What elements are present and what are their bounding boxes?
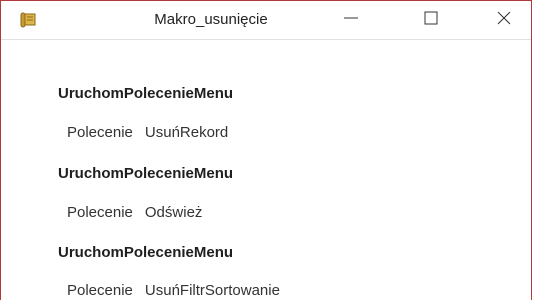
maximize-icon: [423, 10, 439, 31]
minimize-icon: [343, 10, 359, 31]
title-bar[interactable]: Makro_usunięcie: [1, 1, 531, 40]
macro-action-name[interactable]: UruchomPolecenieMenu: [58, 85, 233, 102]
macro-action-argument[interactable]: Polecenie UsuńFiltrSortowanie: [67, 282, 280, 299]
macro-action-name[interactable]: UruchomPolecenieMenu: [58, 244, 233, 261]
argument-value[interactable]: UsuńFiltrSortowanie: [145, 282, 280, 299]
maximize-button[interactable]: [406, 1, 456, 39]
macro-action-name[interactable]: UruchomPolecenieMenu: [58, 165, 233, 182]
argument-label: Polecenie: [67, 282, 133, 299]
close-icon: [496, 10, 512, 31]
macro-action-argument[interactable]: Polecenie UsuńRekord: [67, 124, 228, 141]
window-title: Makro_usunięcie: [154, 11, 268, 28]
close-button[interactable]: [479, 1, 529, 39]
macro-window: Makro_usunięcie UruchomPolecenieMenu Pol…: [0, 0, 532, 300]
argument-label: Polecenie: [67, 204, 133, 221]
macro-scroll-icon[interactable]: [20, 12, 38, 28]
macro-action-argument[interactable]: Polecenie Odśwież: [67, 204, 202, 221]
macro-design-area: UruchomPolecenieMenu Polecenie UsuńRekord…: [1, 41, 531, 300]
argument-value[interactable]: Odśwież: [145, 204, 203, 221]
minimize-button[interactable]: [326, 1, 376, 39]
argument-value[interactable]: UsuńRekord: [145, 124, 228, 141]
argument-label: Polecenie: [67, 124, 133, 141]
